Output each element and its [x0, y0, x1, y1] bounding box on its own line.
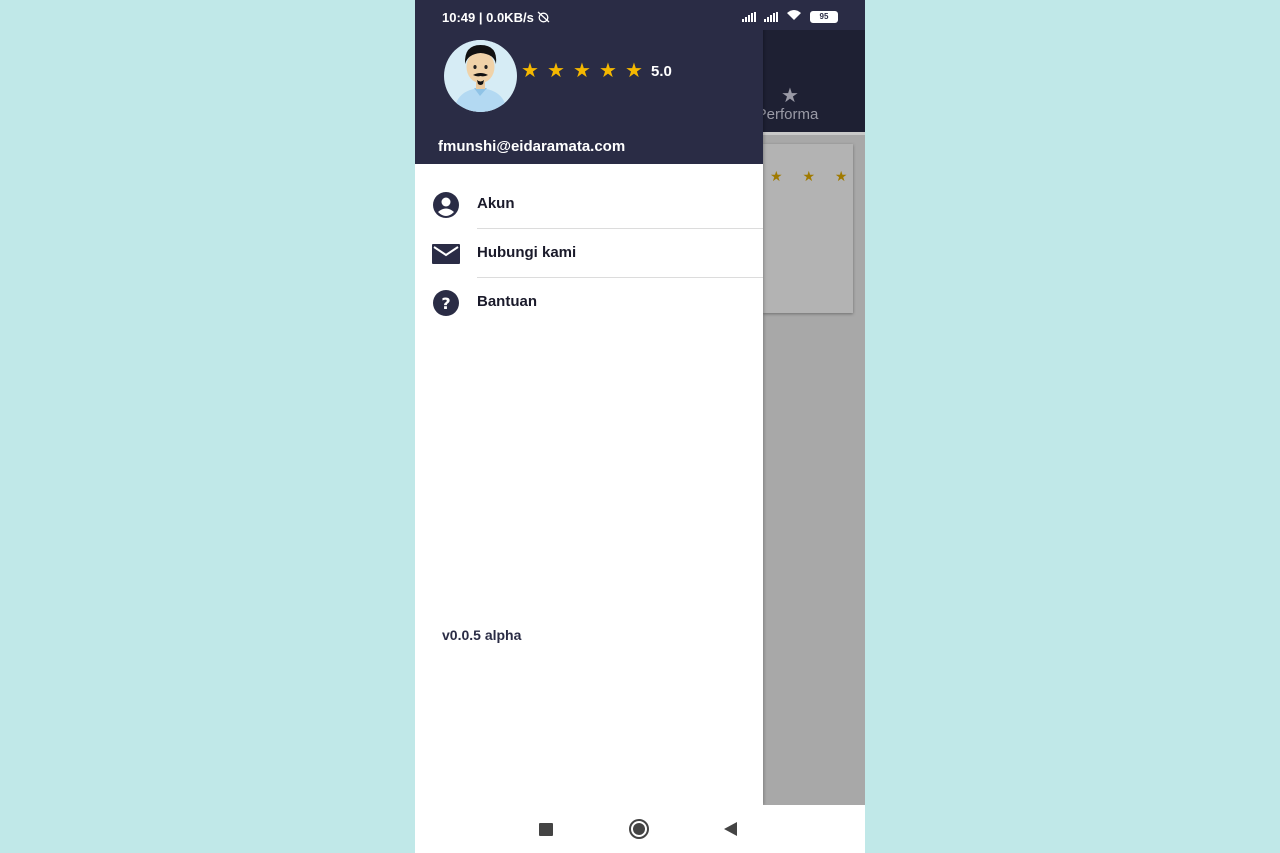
- svg-text:?: ?: [441, 294, 450, 313]
- rating-star-icon: ★: [573, 60, 591, 82]
- app-version: v0.0.5 alpha: [442, 627, 522, 643]
- rating-star-icon: ★: [521, 60, 539, 82]
- rating-star-icon: ★: [599, 60, 617, 82]
- system-navigation-bar: [415, 805, 865, 853]
- background-card-stars: ★ ★ ★: [770, 168, 856, 184]
- tab-performa[interactable]: ★ Performa: [755, 86, 865, 130]
- phone-screen: ★ Performa ★ ★ ★ 10:49 | 0.0KB/s 95 ★ ★ …: [415, 0, 865, 853]
- menu-item-bantuan[interactable]: ? Bantuan: [415, 278, 763, 327]
- alarm-off-icon: [537, 10, 550, 25]
- navigation-drawer: ★ ★ ★ ★ ★ 5.0 fmunshi@eidaramata.com Aku…: [415, 0, 763, 805]
- menu-item-label: Akun: [477, 195, 515, 212]
- wifi-icon: [786, 8, 802, 26]
- mail-icon: [432, 241, 460, 267]
- recents-button[interactable]: [539, 823, 553, 836]
- rating-value: 5.0: [651, 62, 672, 80]
- signal-icon-2: [764, 12, 778, 22]
- status-time: 10:49 | 0.0KB/s: [442, 10, 550, 25]
- help-circle-icon: ?: [432, 290, 460, 316]
- drawer-menu: Akun Hubungi kami ? Bantuan: [415, 180, 763, 327]
- home-button[interactable]: [629, 819, 649, 839]
- menu-item-label: Bantuan: [477, 293, 537, 310]
- rating-star-icon: ★: [547, 60, 565, 82]
- status-icons: 95: [742, 10, 838, 24]
- battery-icon: 95: [810, 11, 838, 23]
- rating-star-icon: ★: [625, 60, 643, 82]
- avatar[interactable]: [444, 40, 517, 112]
- rating: ★ ★ ★ ★ ★ 5.0: [519, 60, 672, 82]
- account-circle-icon: [432, 192, 460, 218]
- menu-item-akun[interactable]: Akun: [415, 180, 763, 229]
- signal-icon: [742, 12, 756, 22]
- status-bar: 10:49 | 0.0KB/s 95: [415, 0, 865, 30]
- back-button[interactable]: [724, 822, 737, 836]
- status-time-text: 10:49 | 0.0KB/s: [442, 10, 534, 25]
- user-email: fmunshi@eidaramata.com: [438, 138, 626, 155]
- menu-item-label: Hubungi kami: [477, 244, 577, 261]
- menu-item-hubungi-kami[interactable]: Hubungi kami: [415, 229, 763, 278]
